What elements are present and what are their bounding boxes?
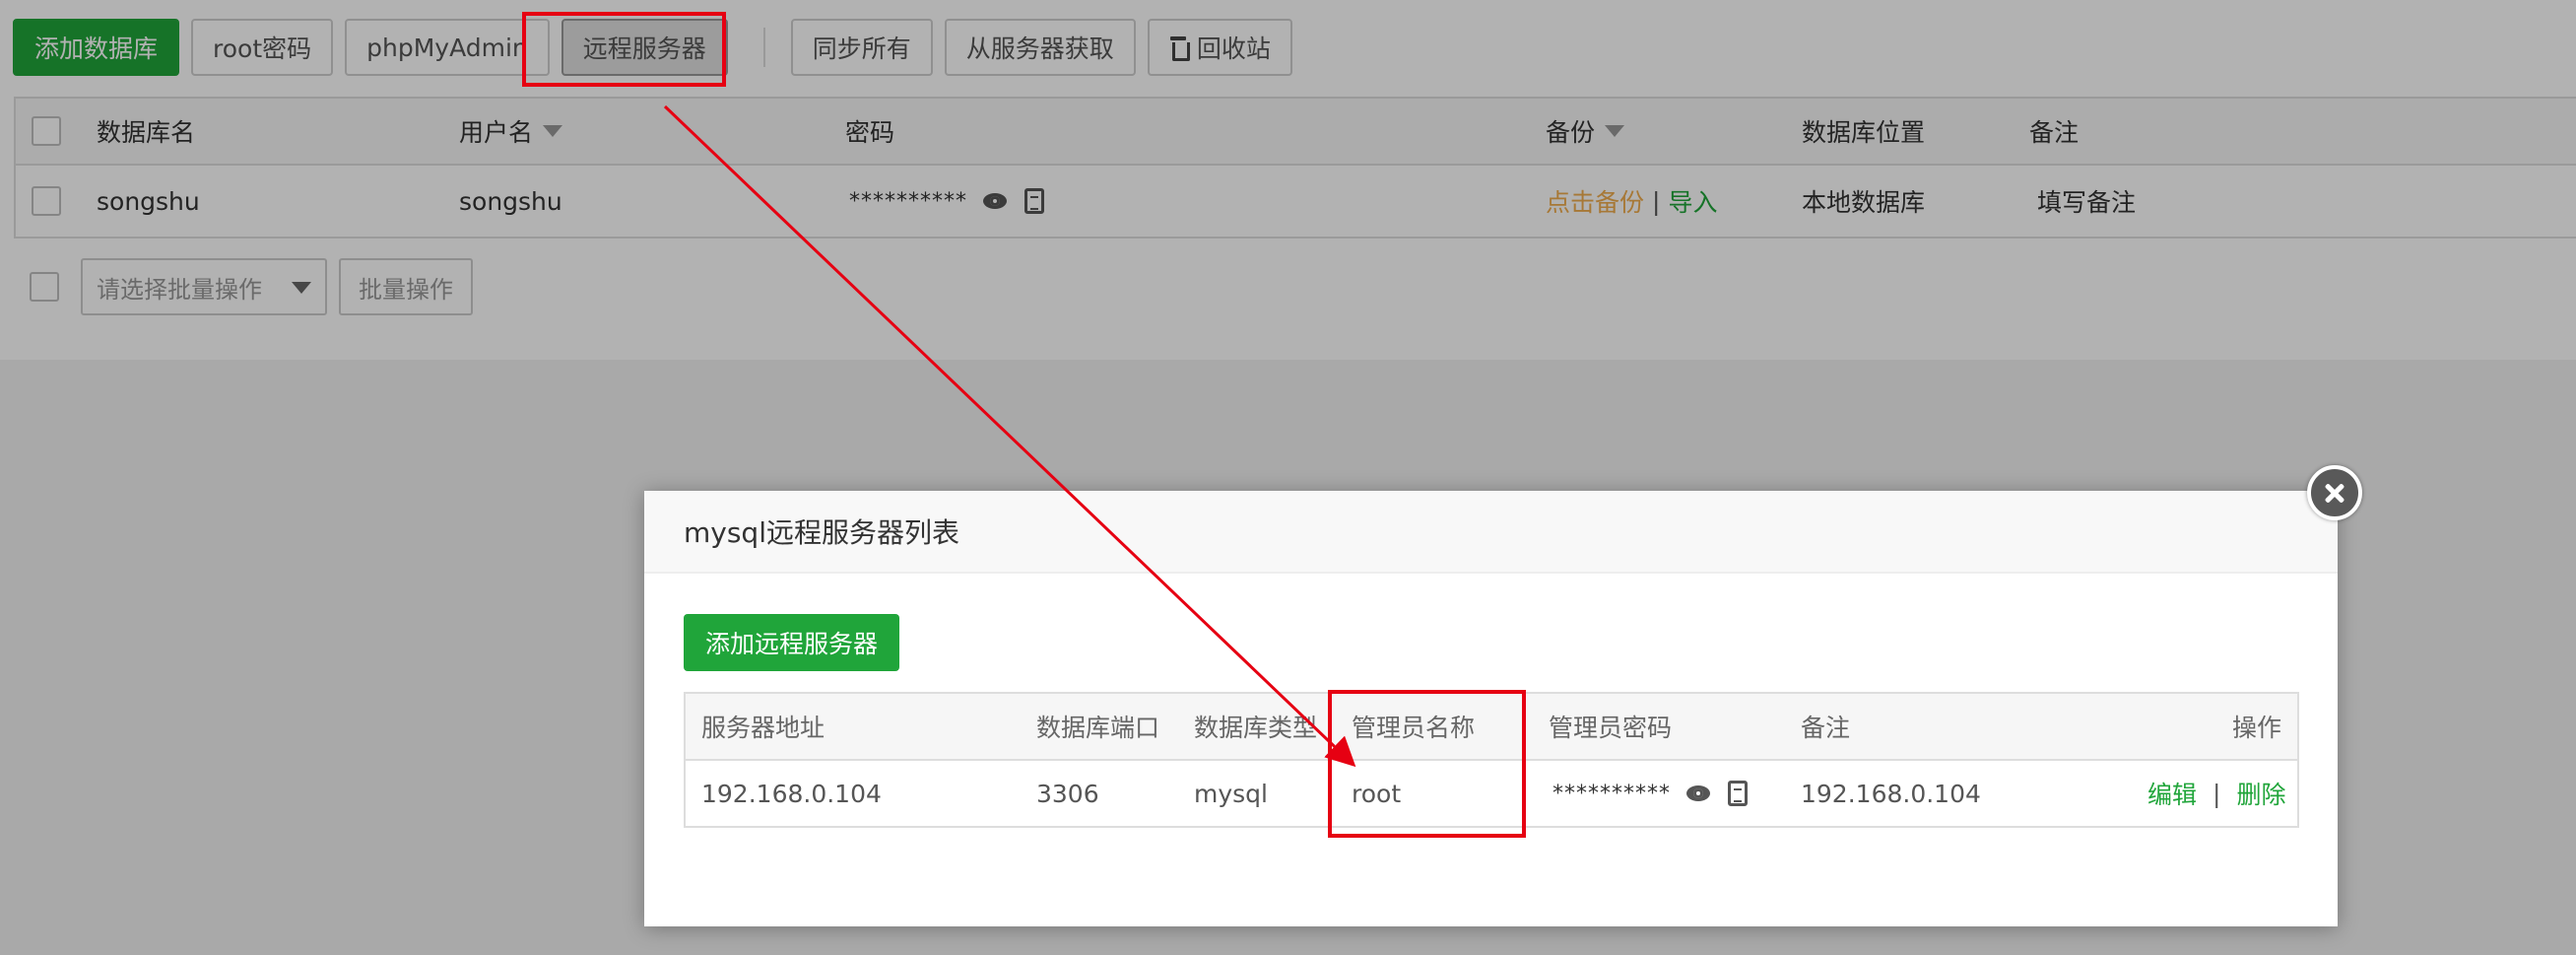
edit-link[interactable]: 编辑	[2147, 776, 2197, 811]
table-row: 192.168.0.104 3306 mysql root **********…	[686, 761, 2297, 826]
col-db-port: 数据库端口	[1036, 714, 1160, 742]
password-mask: **********	[1552, 781, 1671, 806]
copy-icon[interactable]	[1728, 781, 1748, 806]
remote-server-modal: mysql远程服务器列表 添加远程服务器 服务器地址 数据库端口 数据库类型 管…	[644, 491, 2338, 926]
delete-link[interactable]: 删除	[2236, 776, 2285, 811]
col-admin-name: 管理员名称	[1352, 714, 1476, 742]
admin-password-cell: **********	[1552, 761, 1748, 826]
col-db-type: 数据库类型	[1194, 714, 1318, 742]
add-remote-server-button[interactable]: 添加远程服务器	[684, 614, 900, 671]
close-icon[interactable]	[2307, 465, 2362, 520]
action-separator: |	[2213, 779, 2221, 808]
col-admin-password: 管理员密码	[1549, 714, 1673, 742]
admin-name: root	[1352, 779, 1402, 808]
modal-title: mysql远程服务器列表	[644, 491, 2338, 574]
server-note: 192.168.0.104	[1801, 779, 1981, 808]
col-server-address: 服务器地址	[701, 714, 826, 742]
eye-icon[interactable]	[1686, 785, 1710, 801]
server-address: 192.168.0.104	[701, 779, 882, 808]
col-action: 操作	[2232, 714, 2282, 742]
col-note: 备注	[1801, 714, 1851, 742]
remote-server-table-header: 服务器地址 数据库端口 数据库类型 管理员名称 管理员密码 备注 操作	[686, 694, 2297, 761]
db-port: 3306	[1036, 779, 1099, 808]
row-actions: 编辑 | 删除	[2147, 761, 2285, 826]
remote-server-table: 服务器地址 数据库端口 数据库类型 管理员名称 管理员密码 备注 操作 192.…	[684, 692, 2299, 828]
db-type: mysql	[1194, 779, 1268, 808]
